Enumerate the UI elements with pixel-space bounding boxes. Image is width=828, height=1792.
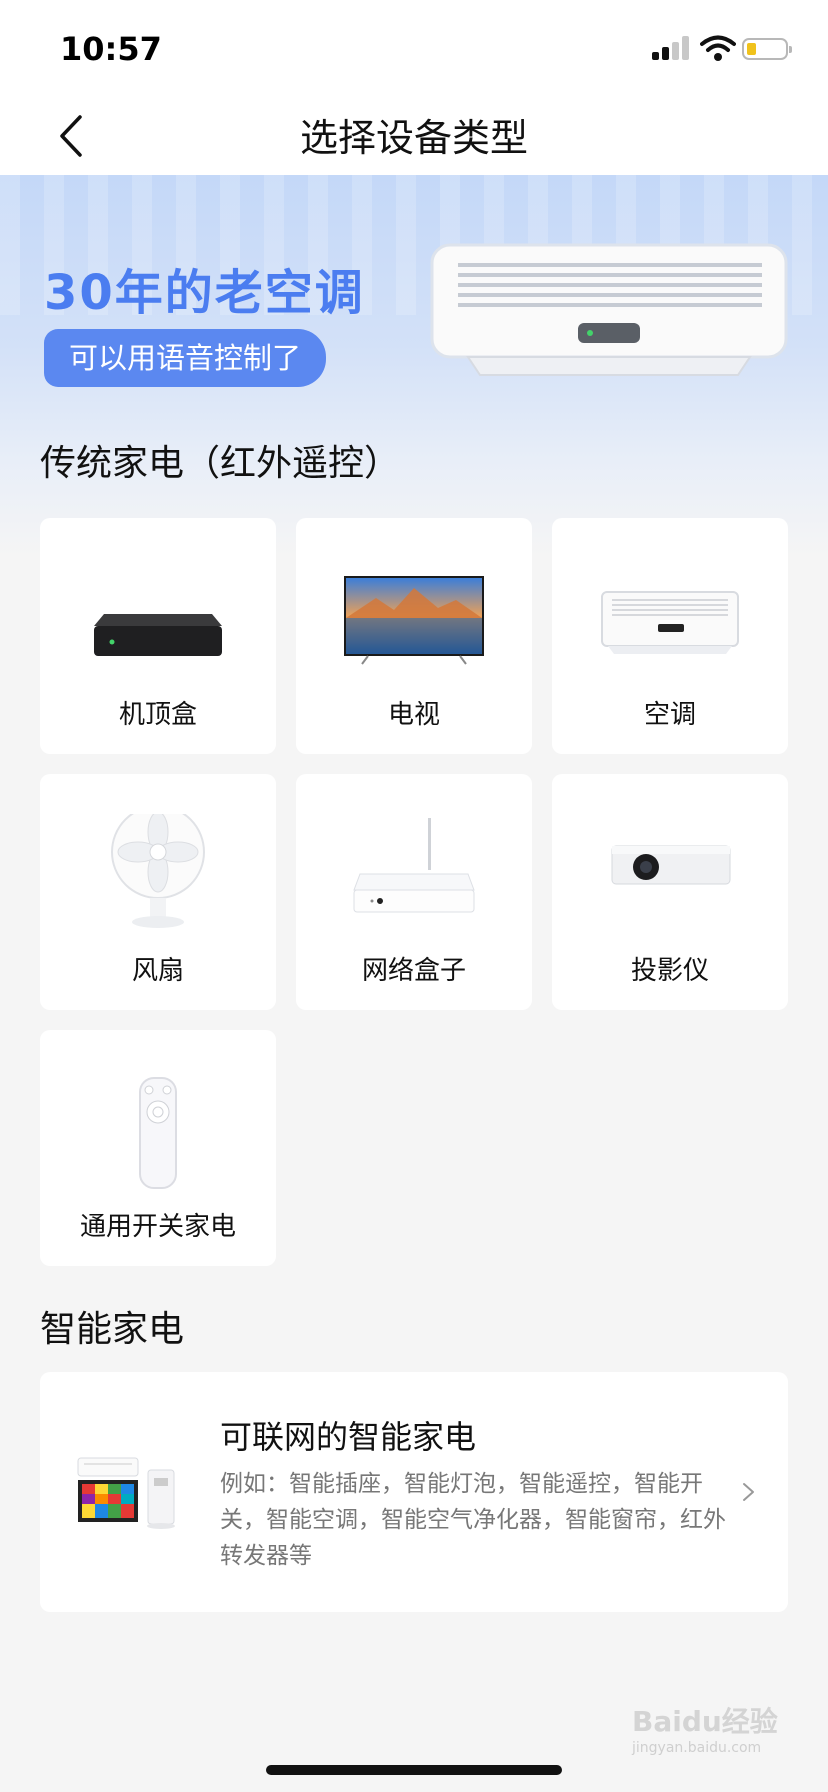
- banner-headline: 30年的老空调: [44, 265, 365, 321]
- smart-card-description: 例如：智能插座，智能灯泡，智能遥控，智能开关，智能空调，智能空气净化器，智能窗帘…: [220, 1471, 726, 1569]
- projector-icon: [611, 845, 731, 885]
- fan-icon: [111, 814, 205, 928]
- cellular-signal-icon: [652, 36, 690, 60]
- banner-pill: 可以用语音控制了: [44, 329, 326, 387]
- device-card-projector[interactable]: 投影仪: [552, 774, 788, 1010]
- page-title: 选择设备类型: [299, 116, 528, 160]
- watermark-text: Baidu经验: [632, 1705, 778, 1738]
- remote-control-icon: [139, 1077, 177, 1189]
- air-conditioner-illustration-icon: [430, 243, 788, 376]
- status-time: 10:57: [60, 30, 162, 68]
- device-card-fan[interactable]: 风扇: [40, 774, 276, 1010]
- home-indicator[interactable]: [266, 1765, 562, 1775]
- wifi-icon: [700, 35, 736, 61]
- device-card-set-top-box[interactable]: 机顶盒: [40, 518, 276, 754]
- device-card-air-conditioner[interactable]: 空调: [552, 518, 788, 754]
- device-label: 网络盒子: [361, 956, 466, 986]
- device-label: 投影仪: [630, 956, 709, 986]
- air-conditioner-icon: [601, 591, 739, 654]
- section-title-smart: 智能家电: [40, 1309, 185, 1350]
- device-label: 电视: [387, 700, 440, 730]
- chevron-right-icon: [743, 1483, 754, 1501]
- battery-icon: [742, 38, 792, 60]
- device-label: 空调: [643, 700, 696, 730]
- navigation-bar: 选择设备类型: [0, 95, 828, 175]
- device-card-network-box[interactable]: 网络盒子: [296, 774, 532, 1010]
- device-label: 通用开关家电: [79, 1212, 236, 1242]
- watermark-subtext: jingyan.baidu.com: [632, 1740, 762, 1756]
- set-top-box-icon: [94, 614, 222, 656]
- baidu-watermark: Baidu经验 jingyan.baidu.com: [632, 1700, 792, 1764]
- device-label: 风扇: [131, 956, 184, 986]
- tv-icon: [344, 576, 484, 665]
- section-title-traditional: 传统家电（红外遥控）: [40, 443, 401, 484]
- status-bar: 10:57: [0, 0, 828, 95]
- network-box-icon: [353, 818, 475, 913]
- device-card-universal-switch[interactable]: 通用开关家电: [40, 1030, 276, 1266]
- promo-banner[interactable]: 30年的老空调 可以用语音控制了: [0, 175, 828, 555]
- device-label: 机顶盒: [118, 700, 197, 730]
- smart-appliances-icon: [77, 1457, 175, 1529]
- smart-card-title: 可联网的智能家电: [220, 1418, 477, 1456]
- device-card-tv[interactable]: 电视: [296, 518, 532, 754]
- smart-appliance-card[interactable]: 可联网的智能家电 例如：智能插座，智能灯泡，智能遥控，智能开关，智能空调，智能空…: [40, 1372, 788, 1612]
